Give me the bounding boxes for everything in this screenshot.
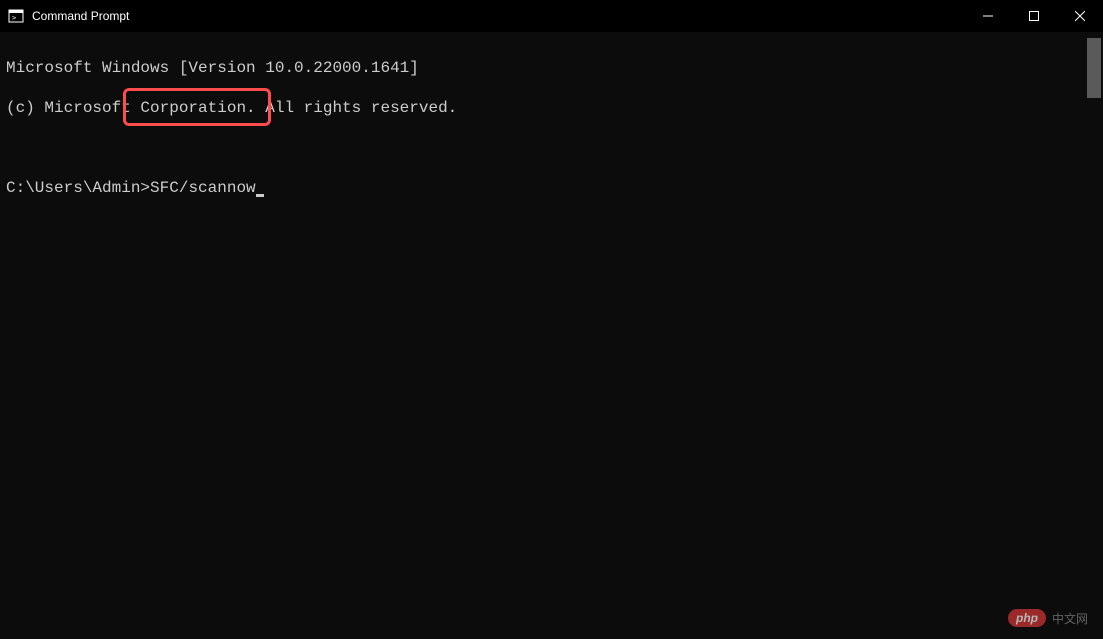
cmd-icon: >_ — [8, 8, 24, 24]
window-title: Command Prompt — [32, 9, 129, 23]
close-button[interactable] — [1057, 0, 1103, 32]
vertical-scrollbar[interactable] — [1087, 38, 1101, 98]
minimize-button[interactable] — [965, 0, 1011, 32]
window-controls — [965, 0, 1103, 32]
svg-text:>_: >_ — [12, 14, 21, 22]
watermark-text: 中文网 — [1052, 610, 1088, 627]
cursor — [256, 194, 264, 197]
copyright-line: (c) Microsoft Corporation. All rights re… — [6, 98, 1103, 118]
prompt-path: C:\Users\Admin> — [6, 179, 150, 197]
titlebar-left: >_ Command Prompt — [8, 8, 129, 24]
window-titlebar: >_ Command Prompt — [0, 0, 1103, 32]
maximize-button[interactable] — [1011, 0, 1057, 32]
typed-command: SFC/scannow — [150, 179, 256, 197]
prompt-line: C:\Users\Admin>SFC/scannow — [6, 178, 264, 198]
watermark-badge: php — [1008, 609, 1046, 627]
watermark: php 中文网 — [1008, 609, 1088, 627]
terminal-output[interactable]: Microsoft Windows [Version 10.0.22000.16… — [0, 32, 1103, 204]
blank-line — [6, 138, 1103, 158]
version-line: Microsoft Windows [Version 10.0.22000.16… — [6, 58, 1103, 78]
